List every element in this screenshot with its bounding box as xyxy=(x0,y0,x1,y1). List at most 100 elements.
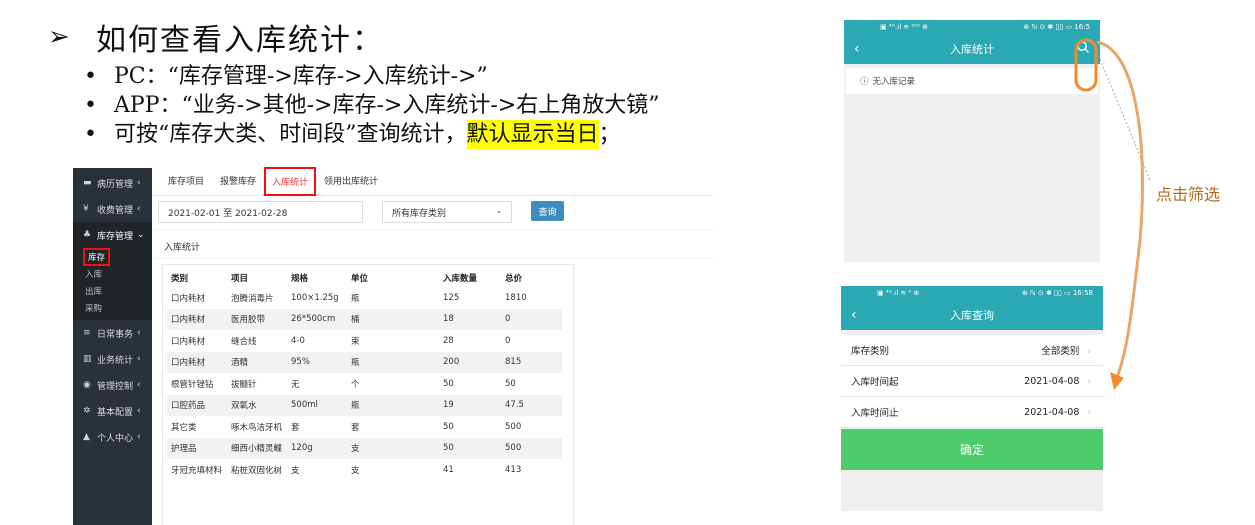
table-cell: 500ml xyxy=(287,394,347,416)
table-cell: 桶 xyxy=(347,308,439,330)
list-icon: ≡ xyxy=(83,328,91,338)
tab-stock-items[interactable]: 库存项目 xyxy=(160,174,212,195)
chevron-left-icon: ‹ xyxy=(137,380,141,390)
table-cell: 1810 xyxy=(505,292,527,303)
column-header: 项目 xyxy=(231,274,249,284)
sidebar-sub-purchase[interactable]: 采购 xyxy=(73,299,152,316)
table-cell: 120g xyxy=(287,437,347,459)
bullet-app: • APP：“业务->其他->库存->入库统计->右上角放大镜” xyxy=(84,91,659,120)
app-header: ‹ 入库统计 xyxy=(844,34,1100,64)
table-cell: 50 xyxy=(443,421,454,432)
row-label: 库存类别 xyxy=(851,346,890,357)
chevron-right-icon: › xyxy=(1087,376,1091,387)
sidebar-item-label: 日常事务 xyxy=(97,329,134,340)
sidebar-item-business-stats[interactable]: ▥ 业务统计 ‹ xyxy=(73,346,152,372)
empty-state: ⓘ 无入库记录 xyxy=(846,68,1098,94)
filter-bar: 2021-02-01 至 2021-02-28 所有库存类别 ⌄ 查询 xyxy=(158,201,713,223)
sidebar-item-label: 库存管理 xyxy=(97,231,134,242)
table-cell: 41 xyxy=(443,464,454,475)
table-cell: 个 xyxy=(351,379,360,390)
category-select-value: 所有库存类别 xyxy=(392,208,447,219)
gear-icon: ✲ xyxy=(83,406,91,416)
app-inbound-stats-screen: ▣ ⁴ᴳ.ıl ≋ ²⁰⁰ ⊕ ⊛ ℕ ⊙ ✱ ▯▯ ▭ 16:5 ‹ 入库统计… xyxy=(844,20,1100,262)
search-icon[interactable] xyxy=(1076,40,1090,54)
table-cell: 4-0 xyxy=(291,335,305,346)
sidebar: ▬ 病历管理 ‹ ¥ 收费管理 ‹ ♣ 库存管理 ⌄ 库存 入库 出库 采购 ≡… xyxy=(73,168,152,525)
status-left: ▣ ⁴ᴳ.ıl ≋ ⁰ ⊕ xyxy=(877,289,920,297)
highlight-default-today: 默认显示当日 xyxy=(466,120,599,149)
bullet-dot-icon: • xyxy=(84,122,97,147)
bullet-pc: • PC：“库存管理->库存->入库统计->” xyxy=(84,62,659,91)
confirm-button[interactable]: 确定 xyxy=(841,429,1103,470)
sidebar-item-charges[interactable]: ¥ 收费管理 ‹ xyxy=(73,196,152,222)
filter-row-category[interactable]: 库存类别 全部类别 › xyxy=(841,335,1103,366)
sidebar-item-medical-records[interactable]: ▬ 病历管理 ‹ xyxy=(73,170,152,196)
chevron-left-icon: ‹ xyxy=(137,178,141,188)
back-icon[interactable]: ‹ xyxy=(851,307,857,323)
sidebar-item-basic-config[interactable]: ✲ 基本配置 ‹ xyxy=(73,398,152,424)
sidebar-sub-stock[interactable]: 库存 xyxy=(73,247,152,266)
filter-row-end-date[interactable]: 入库时间止 2021-04-08 › xyxy=(841,397,1103,428)
table-row: 口内耗材 医用胶带 26*500cm 桶 18 0 xyxy=(167,308,562,330)
date-range-input[interactable]: 2021-02-01 至 2021-02-28 xyxy=(158,201,363,223)
table-cell: 泡腾消毒片 xyxy=(231,293,274,304)
bullet-tail: ； xyxy=(598,122,621,147)
filter-row-start-date[interactable]: 入库时间起 2021-04-08 › xyxy=(841,366,1103,397)
annotation-arrow xyxy=(1096,40,1145,381)
column-header: 规格 xyxy=(291,274,309,284)
query-button[interactable]: 查询 xyxy=(531,201,564,221)
table-cell: 18 xyxy=(439,308,501,330)
bullet-query: • 可按“库存大类、时间段”查询统计， 默认显示当日 ； xyxy=(84,120,659,149)
category-select[interactable]: 所有库存类别 ⌄ xyxy=(382,201,512,223)
table-row: 口内耗材 酒精 95% 瓶 200 815 xyxy=(167,351,562,373)
table-cell: 束 xyxy=(351,336,360,347)
table-cell: 双氧水 xyxy=(227,394,287,416)
table-cell: 500 xyxy=(505,421,522,432)
table-cell: 支 xyxy=(291,465,300,476)
bullet-text: APP：“业务->其他->库存->入库统计->右上角放大镜” xyxy=(114,93,660,118)
arrow-head-icon xyxy=(1110,372,1124,390)
sidebar-item-label: 管理控制 xyxy=(97,381,134,392)
divider xyxy=(152,229,713,230)
app-header: ‹ 入库查询 xyxy=(841,300,1103,330)
table-cell: 19 xyxy=(439,394,501,416)
sidebar-sub-label: 库存 xyxy=(82,247,111,266)
table-cell: 95% xyxy=(287,351,347,373)
back-icon[interactable]: ‹ xyxy=(854,41,860,57)
sidebar-item-personal-center[interactable]: ▲ 个人中心 ‹ xyxy=(73,424,152,450)
table-cell: 支 xyxy=(347,437,439,459)
sidebar-item-inventory[interactable]: ♣ 库存管理 ⌄ xyxy=(73,222,152,248)
sidebar-sub-label: 出库 xyxy=(85,286,103,297)
table-cell: 413 xyxy=(505,464,522,475)
sidebar-item-label: 基本配置 xyxy=(97,407,134,418)
table-cell: 口腔药品 xyxy=(167,394,227,416)
row-value: 2021-04-08 xyxy=(1024,375,1080,387)
sidebar-item-daily-affairs[interactable]: ≡ 日常事务 ‹ xyxy=(73,320,152,346)
app-title: 入库查询 xyxy=(950,309,994,322)
table-cell: 26*500cm xyxy=(287,308,347,330)
bed-icon: ▬ xyxy=(83,178,92,188)
table-cell: 护理品 xyxy=(167,437,227,459)
sidebar-sub-outbound[interactable]: 出库 xyxy=(73,282,152,299)
bullet-dot-icon: • xyxy=(84,93,97,118)
table-cell: 套 xyxy=(351,422,360,433)
tab-inbound-stats[interactable]: 入库统计 xyxy=(264,167,317,196)
status-bar: ▣ ⁴ᴳ.ıl ≋ ²⁰⁰ ⊕ ⊛ ℕ ⊙ ✱ ▯▯ ▭ 16:5 xyxy=(844,20,1100,34)
sidebar-sub-label: 采购 xyxy=(85,303,103,314)
chevron-down-icon: ⌄ xyxy=(495,206,503,216)
bullet-text: PC：“库存管理->库存->入库统计->” xyxy=(114,64,488,89)
column-header: 类别 xyxy=(171,274,189,284)
sidebar-item-admin-control[interactable]: ◉ 管理控制 ‹ xyxy=(73,372,152,398)
chevron-left-icon: ‹ xyxy=(137,406,141,416)
table-cell: 50 xyxy=(439,437,501,459)
table-row: 牙冠充填材料 粘桩双固化树支支 41 413 xyxy=(167,459,562,481)
sidebar-sub-inbound[interactable]: 入库 xyxy=(73,265,152,282)
status-bar: ▣ ⁴ᴳ.ıl ≋ ⁰ ⊕ ⊛ ℕ ⊙ ✱ ▯▯ ▭ 16:58 xyxy=(841,286,1103,300)
callout-line xyxy=(1096,51,1151,181)
table-header-row: 类别 项目 规格 单位 入库数量 总价 xyxy=(167,269,562,287)
tab-alarm-stock[interactable]: 报警库存 xyxy=(212,174,264,195)
tab-outbound-stats[interactable]: 领用出库统计 xyxy=(316,174,386,195)
chevron-left-icon: ‹ xyxy=(137,328,141,338)
status-right: ⊛ ℕ ⊙ ✱ ▯▯ ▭ 16:58 xyxy=(1021,289,1093,297)
table-cell: 缝合线 xyxy=(231,336,257,347)
